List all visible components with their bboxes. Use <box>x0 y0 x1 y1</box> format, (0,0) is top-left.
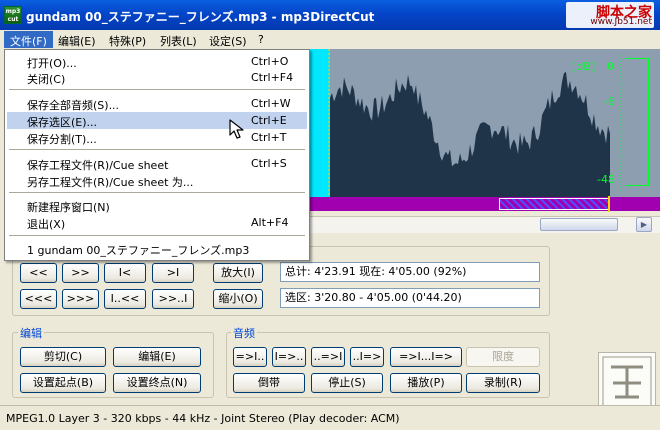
nav-fast-forward-button[interactable]: >>> <box>62 289 99 309</box>
watermark-logo-icon <box>602 356 652 408</box>
menu-separator <box>9 149 305 150</box>
edit-button[interactable]: 编辑(E) <box>113 347 201 367</box>
nav-sel-end-button[interactable]: >>..I <box>152 289 194 309</box>
menu-separator <box>9 89 305 90</box>
menu-item-label: 保存工程文件(R)/Cue sheet <box>27 159 169 172</box>
menubar: 文件(F) 编辑(E) 特殊(P) 列表(L) 设定(S) ? <box>0 30 660 49</box>
level-meter <box>625 58 649 186</box>
fade-both-button[interactable]: =>I...I=> <box>390 347 462 367</box>
scrollbar-thumb[interactable] <box>540 218 618 231</box>
watermark-logo <box>598 352 656 412</box>
menu-edit[interactable]: 编辑(E) <box>52 31 102 48</box>
menu-item-label: 保存分割(T)... <box>27 133 97 146</box>
app-icon: mp3 cut <box>4 6 22 24</box>
menu-settings[interactable]: 设定(S) <box>203 31 253 48</box>
cut-button[interactable]: 剪切(C) <box>20 347 106 367</box>
audio-group-title: 音频 <box>231 325 257 341</box>
menu-item-save-project[interactable]: 保存工程文件(R)/Cue sheet Ctrl+S <box>7 155 307 172</box>
menu-item-exit[interactable]: 退出(X) Alt+F4 <box>7 214 307 231</box>
watermark-sub: www.Jb51.net <box>590 17 652 27</box>
menu-help[interactable]: ? <box>252 31 270 48</box>
db-minus6-label: -6 <box>604 95 615 108</box>
db-0-label: 0 <box>607 60 614 73</box>
record-button[interactable]: 录制(R) <box>466 373 540 393</box>
zoom-in-button[interactable]: 放大(I) <box>213 263 263 283</box>
menu-item-shortcut: Ctrl+E <box>251 114 287 127</box>
status-bar: MPEG1.0 Layer 3 - 320 kbps - 44 kHz - Jo… <box>0 405 660 430</box>
nav-forward-button[interactable]: >> <box>62 263 99 283</box>
fade-out-start-button[interactable]: ..=>I <box>311 347 345 367</box>
fade-out-end-button[interactable]: ..I=> <box>350 347 384 367</box>
menu-item-shortcut: Ctrl+S <box>251 157 287 170</box>
menu-item-save-all[interactable]: 保存全部音频(S)... Ctrl+W <box>7 95 307 112</box>
set-start-button[interactable]: 设置起点(B) <box>20 373 106 393</box>
menu-item-label: 关闭(C) <box>27 73 66 86</box>
menu-item-label: 另存工程文件(R)/Cue sheet 为... <box>27 176 194 189</box>
nav-end-button[interactable]: >I <box>152 263 194 283</box>
status-text: MPEG1.0 Layer 3 - 320 kbps - 44 kHz - Jo… <box>6 412 400 425</box>
nav-start-button[interactable]: I< <box>104 263 146 283</box>
fade-in-start-button[interactable]: =>I.. <box>233 347 267 367</box>
selection-region[interactable] <box>499 198 609 210</box>
db-minus48-label: -48 <box>597 173 615 186</box>
menu-item-shortcut: Ctrl+O <box>251 55 289 68</box>
limit-button[interactable]: 限度 <box>466 347 540 367</box>
menu-separator <box>9 192 305 193</box>
menu-item-save-selection[interactable]: 保存选区(E)... Ctrl+E <box>7 112 307 129</box>
menu-item-shortcut: Ctrl+F4 <box>251 71 294 84</box>
play-button[interactable]: 播放(P) <box>390 373 462 393</box>
edit-group-title: 编辑 <box>18 325 44 341</box>
title-bar: mp3 cut gundam 00_ステファニー_フレンズ.mp3 - mp3D… <box>0 0 660 30</box>
menu-item-save-split[interactable]: 保存分割(T)... Ctrl+T <box>7 129 307 146</box>
total-time-display: 总计: 4'23.91 现在: 4'05.00 (92%) <box>280 262 540 282</box>
menu-item-label: 退出(X) <box>27 218 66 231</box>
mouse-pointer-icon <box>229 119 244 139</box>
menu-list[interactable]: 列表(L) <box>154 31 203 48</box>
menu-item-label: 新建程序窗口(N) <box>27 201 110 214</box>
stop-button[interactable]: 停止(S) <box>311 373 383 393</box>
menu-item-close[interactable]: 关闭(C) Ctrl+F4 <box>7 69 307 86</box>
nav-sel-start-button[interactable]: I..<< <box>104 289 146 309</box>
play-position-marker[interactable] <box>608 196 610 212</box>
menu-item-shortcut: Alt+F4 <box>251 216 289 229</box>
scroll-right-arrow-icon[interactable]: ▶ <box>636 217 652 232</box>
rewind-button[interactable]: 倒带 <box>233 373 305 393</box>
menu-item-shortcut: Ctrl+W <box>251 97 291 110</box>
menu-special[interactable]: 特殊(P) <box>103 31 152 48</box>
menu-item-new-window[interactable]: 新建程序窗口(N) <box>7 197 307 214</box>
db-unit-label: [dB] <box>572 60 596 73</box>
fade-in-end-button[interactable]: I=>.. <box>272 347 306 367</box>
set-end-button[interactable]: 设置终点(N) <box>113 373 201 393</box>
window-title: gundam 00_ステファニー_フレンズ.mp3 - mp3DirectCut <box>26 10 375 24</box>
menu-separator <box>9 235 305 236</box>
menu-item-save-project-as[interactable]: 另存工程文件(R)/Cue sheet 为... <box>7 172 307 189</box>
menu-file[interactable]: 文件(F) <box>4 31 53 48</box>
menu-item-shortcut: Ctrl+T <box>251 131 287 144</box>
zoom-out-button[interactable]: 缩小(O) <box>213 289 263 309</box>
selection-time-display: 选区: 3'20.80 - 4'05.00 (0'44.20) <box>280 288 540 308</box>
watermark: 脚本之家 www.Jb51.net <box>566 2 654 28</box>
menu-item-label: 保存选区(E)... <box>27 116 98 129</box>
nav-fast-back-button[interactable]: <<< <box>20 289 57 309</box>
menu-item-open[interactable]: 打开(O)... Ctrl+O <box>7 53 307 70</box>
file-menu-dropdown: 打开(O)... Ctrl+O 关闭(C) Ctrl+F4 保存全部音频(S).… <box>4 49 310 261</box>
menu-item-label: 1 gundam 00_ステファニー_フレンズ.mp3 <box>27 244 250 257</box>
menu-item-recent-file[interactable]: 1 gundam 00_ステファニー_フレンズ.mp3 <box>7 240 307 257</box>
menu-item-label: 保存全部音频(S)... <box>27 99 120 112</box>
nav-back-button[interactable]: << <box>20 263 57 283</box>
